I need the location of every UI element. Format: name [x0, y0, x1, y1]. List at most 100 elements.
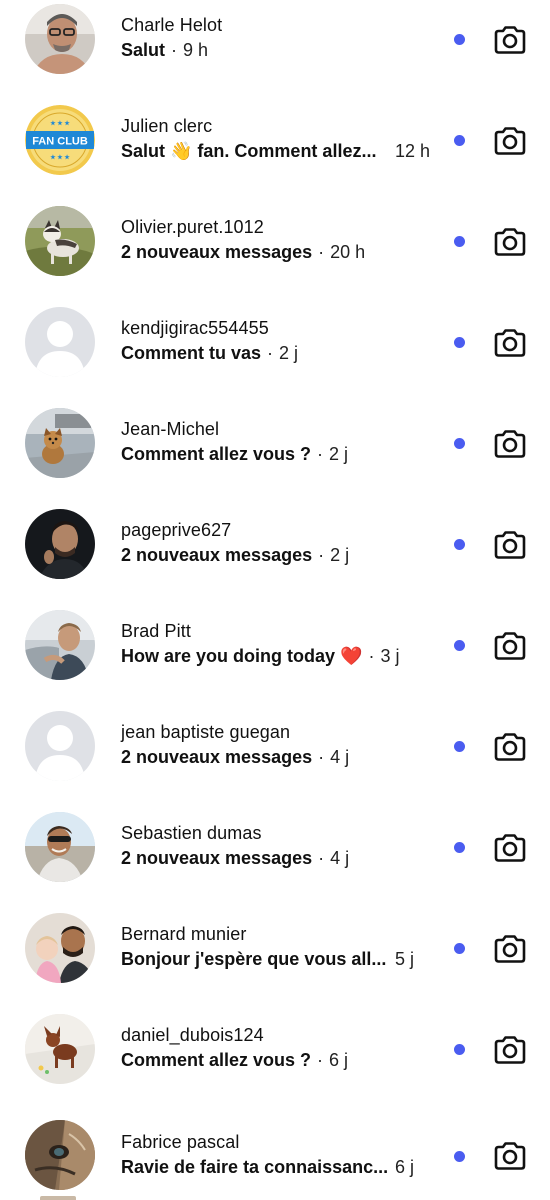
separator: · [171, 40, 178, 60]
timestamp: 2 j [329, 444, 349, 464]
timestamp: 12 h [395, 141, 431, 161]
conversation-row[interactable]: kendjigirac554455 Comment tu vas · 2 j [0, 303, 550, 404]
contact-name: pageprive627 [121, 520, 232, 540]
last-message: Comment tu vas [121, 343, 262, 363]
camera-icon[interactable] [493, 933, 527, 965]
timestamp: 2 j [279, 343, 299, 363]
conversation-row[interactable]: jean baptiste guegan 2 nouveaux messages… [0, 707, 550, 808]
last-message: Comment allez vous ? [121, 1050, 312, 1070]
avatar[interactable] [25, 1120, 95, 1190]
message-preview: How are you doing today ❤️ · 3 j [121, 646, 399, 667]
message-preview: 2 nouveaux messages · 2 j [121, 545, 349, 566]
contact-name: Charle Helot [121, 15, 223, 35]
camera-icon[interactable] [493, 428, 527, 460]
separator: · [318, 747, 325, 767]
last-message: Salut [121, 40, 166, 60]
last-message: 2 nouveaux messages [121, 747, 313, 767]
camera-icon[interactable] [493, 125, 527, 157]
unread-dot-icon [454, 135, 465, 146]
avatar[interactable] [25, 1014, 95, 1084]
svg-text:★ ★ ★: ★ ★ ★ [50, 120, 70, 127]
last-message: Bonjour j'espère que vous all... [121, 949, 387, 969]
contact-name: Olivier.puret.1012 [121, 217, 264, 237]
timestamp: 6 j [329, 1050, 349, 1070]
unread-dot-icon [454, 337, 465, 348]
camera-icon[interactable] [493, 832, 527, 864]
camera-icon[interactable] [493, 731, 527, 763]
camera-icon[interactable] [493, 327, 527, 359]
message-preview: 2 nouveaux messages · 20 h [121, 242, 365, 263]
camera-icon[interactable] [493, 24, 527, 56]
conversation-row[interactable]: daniel_dubois124 Comment allez vous ? · … [0, 1010, 550, 1111]
camera-icon[interactable] [493, 529, 527, 561]
timestamp: 4 j [330, 848, 350, 868]
unread-dot-icon [454, 943, 465, 954]
timestamp: 20 h [330, 242, 366, 262]
svg-text:★ ★ ★: ★ ★ ★ [50, 154, 70, 161]
separator: · [318, 848, 325, 868]
avatar[interactable] [25, 307, 95, 377]
unread-dot-icon [454, 438, 465, 449]
message-preview: Comment tu vas · 2 j [121, 343, 298, 364]
unread-dot-icon [454, 34, 465, 45]
conversation-row[interactable]: FAN CLUB ★ ★ ★ ★ ★ ★ Julien clerc Salut … [0, 101, 550, 202]
badge-label: FAN CLUB [32, 136, 88, 148]
camera-icon[interactable] [493, 630, 527, 662]
contact-name: Brad Pitt [121, 621, 191, 641]
last-message: Comment allez vous ? [121, 444, 312, 464]
last-message: Salut 👋 fan. Comment allez... [121, 141, 377, 161]
contact-name: kendjigirac554455 [121, 318, 269, 338]
separator: · [317, 444, 324, 464]
unread-dot-icon [454, 236, 465, 247]
unread-dot-icon [454, 640, 465, 651]
timestamp: 6 j [395, 1157, 415, 1177]
conversation-row[interactable]: Jean-Michel Comment allez vous ? · 2 j [0, 404, 550, 505]
timestamp: 4 j [330, 747, 350, 767]
conversation-row[interactable]: Sebastien dumas 2 nouveaux messages · 4 … [0, 808, 550, 909]
unread-dot-icon [454, 741, 465, 752]
avatar[interactable] [25, 206, 95, 276]
avatar[interactable] [25, 812, 95, 882]
contact-name: Fabrice pascal [121, 1132, 240, 1152]
timestamp: 5 j [395, 949, 415, 969]
contact-name: Julien clerc [121, 116, 213, 136]
unread-dot-icon [454, 1044, 465, 1055]
message-preview: Salut · 9 h [121, 40, 208, 61]
unread-dot-icon [454, 539, 465, 550]
camera-icon[interactable] [493, 226, 527, 258]
message-preview: Bonjour j'espère que vous all... 5 j [121, 949, 414, 970]
last-message: How are you doing today ❤️ [121, 646, 363, 666]
avatar[interactable] [25, 711, 95, 781]
avatar[interactable] [25, 913, 95, 983]
contact-name: Bernard munier [121, 924, 247, 944]
message-preview: 2 nouveaux messages · 4 j [121, 848, 349, 869]
separator: · [267, 343, 274, 363]
separator: · [368, 646, 375, 666]
last-message: Ravie de faire ta connaissanc... [121, 1157, 389, 1177]
separator: · [318, 545, 325, 565]
unread-dot-icon [454, 1151, 465, 1162]
message-preview: Ravie de faire ta connaissanc... 6 j [121, 1157, 414, 1178]
camera-icon[interactable] [493, 1140, 527, 1172]
conversation-row[interactable]: Fabrice pascal Ravie de faire ta connais… [0, 1111, 550, 1200]
contact-name: Jean-Michel [121, 419, 220, 439]
camera-icon[interactable] [493, 1034, 527, 1066]
timestamp: 2 j [330, 545, 350, 565]
last-message: 2 nouveaux messages [121, 242, 313, 262]
conversation-row[interactable]: Olivier.puret.1012 2 nouveaux messages ·… [0, 202, 550, 303]
avatar[interactable] [25, 4, 95, 74]
message-preview: 2 nouveaux messages · 4 j [121, 747, 349, 768]
last-message: 2 nouveaux messages [121, 545, 313, 565]
avatar[interactable]: FAN CLUB ★ ★ ★ ★ ★ ★ [25, 105, 95, 175]
next-avatar-peek [40, 1196, 76, 1200]
message-preview: Comment allez vous ? · 6 j [121, 1050, 348, 1071]
conversation-row[interactable]: Bernard munier Bonjour j'espère que vous… [0, 909, 550, 1010]
avatar[interactable] [25, 408, 95, 478]
separator: · [317, 1050, 324, 1070]
avatar[interactable] [25, 610, 95, 680]
conversation-row[interactable]: Brad Pitt How are you doing today ❤️ · 3… [0, 606, 550, 707]
conversation-row[interactable]: pageprive627 2 nouveaux messages · 2 j [0, 505, 550, 606]
conversation-row[interactable]: Charle Helot Salut · 9 h [0, 0, 550, 101]
contact-name: daniel_dubois124 [121, 1025, 264, 1045]
avatar[interactable] [25, 509, 95, 579]
